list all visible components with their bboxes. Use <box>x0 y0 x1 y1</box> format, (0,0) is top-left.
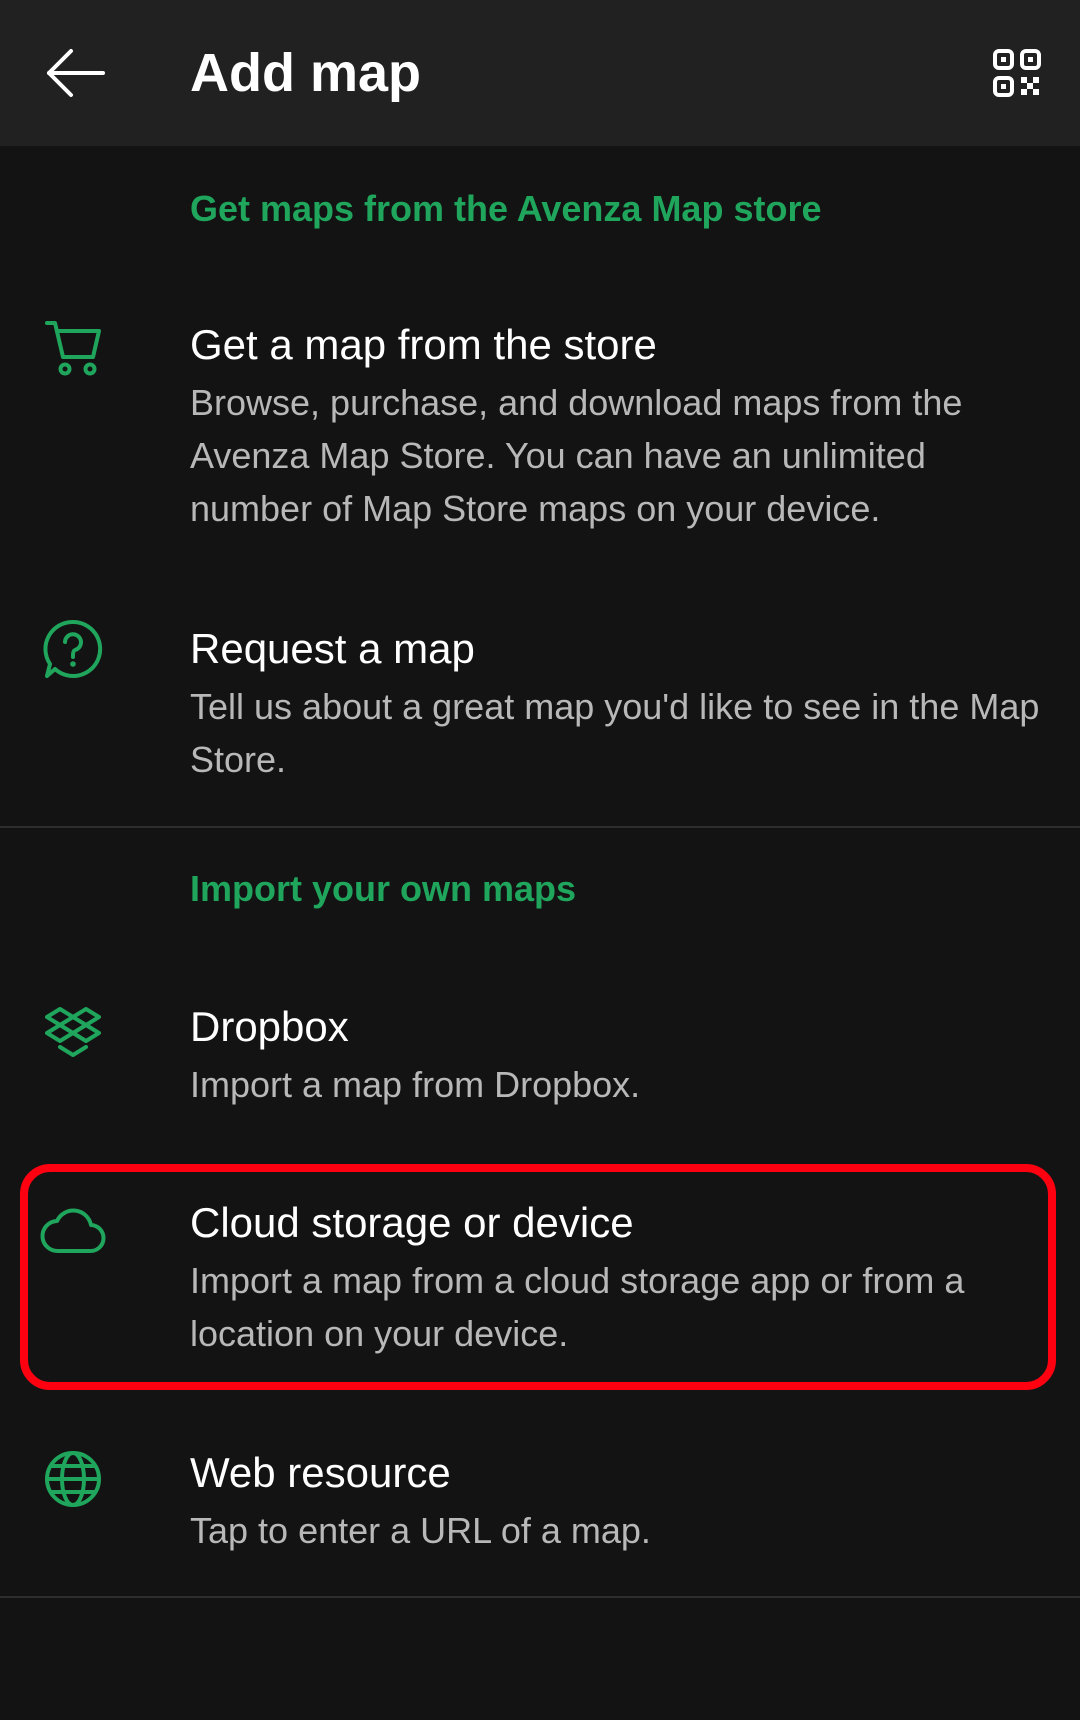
section-header-import: Import your own maps <box>190 868 577 909</box>
item-description: Import a map from Dropbox. <box>190 1064 641 1105</box>
list-item-cloud-storage-or-device[interactable]: Cloud storage or device Import a map fro… <box>0 1196 1080 1376</box>
item-description: Tell us about a great map you'd like to … <box>190 686 1040 780</box>
item-title: Request a map <box>190 625 475 672</box>
qr-scan-button[interactable] <box>980 36 1054 110</box>
back-button[interactable] <box>30 30 120 116</box>
list-item-dropbox[interactable]: Dropbox Import a map from Dropbox. <box>0 1000 1080 1130</box>
item-title: Cloud storage or device <box>190 1199 634 1246</box>
list-item-get-map-from-store[interactable]: Get a map from the store Browse, purchas… <box>0 300 1080 560</box>
item-description: Import a map from a cloud storage app or… <box>190 1260 965 1354</box>
top-app-bar: Add map <box>0 0 1080 146</box>
arrow-left-icon <box>47 49 105 97</box>
shopping-cart-icon <box>40 314 106 380</box>
section-header-store: Get maps from the Avenza Map store <box>190 188 822 229</box>
question-bubble-icon <box>40 616 106 682</box>
qr-code-icon <box>993 49 1041 97</box>
page-title: Add map <box>190 43 422 103</box>
item-description: Browse, purchase, and download maps from… <box>190 382 963 529</box>
list-item-request-map[interactable]: Request a map Tell us about a great map … <box>0 604 1080 784</box>
section-divider <box>0 826 1080 828</box>
globe-icon <box>40 1446 106 1512</box>
cloud-icon <box>40 1196 106 1262</box>
item-title: Web resource <box>190 1449 451 1496</box>
item-title: Get a map from the store <box>190 321 657 368</box>
item-title: Dropbox <box>190 1003 349 1050</box>
item-description: Tap to enter a URL of a map. <box>190 1510 651 1551</box>
dropbox-icon <box>40 1000 106 1066</box>
list-item-web-resource[interactable]: Web resource Tap to enter a URL of a map… <box>0 1446 1080 1576</box>
section-divider <box>0 1596 1080 1598</box>
add-map-screen: Add map Get maps from the Avenza Map sto… <box>0 0 1080 1720</box>
